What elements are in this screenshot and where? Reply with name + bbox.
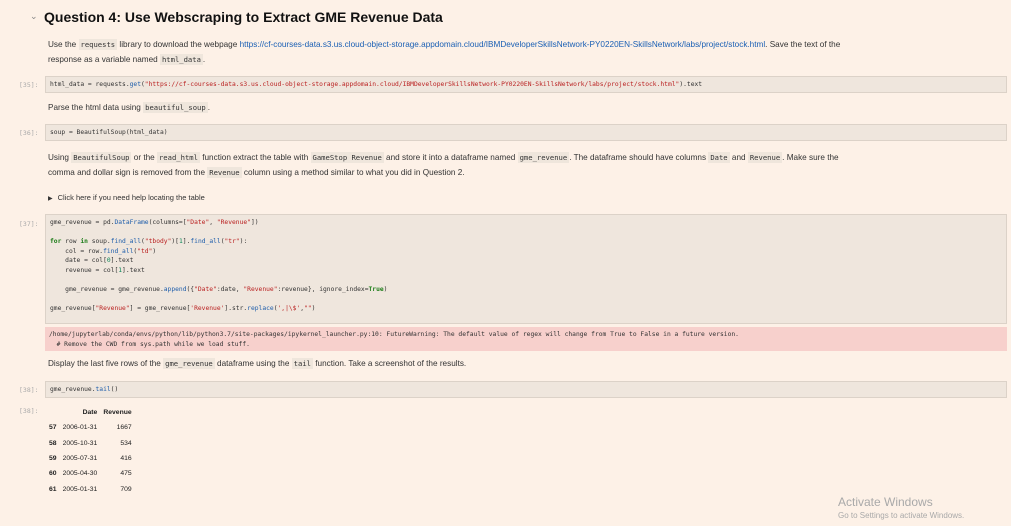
- table-row: 58 2005-10-31 534: [46, 435, 135, 450]
- warning-output: /home/jupyterlab/conda/envs/python/lib/p…: [45, 327, 1007, 351]
- code-cell-37[interactable]: gme_revenue = pd.DataFrame(columns=["Dat…: [45, 214, 1007, 324]
- cell-date: 2005-10-31: [62, 439, 98, 447]
- text: response as a variable named: [48, 55, 160, 64]
- cell-revenue: 709: [120, 485, 132, 493]
- column-header: [46, 404, 60, 420]
- text: library to download the webpage: [117, 40, 240, 49]
- dataframe-output: Date Revenue 57 2006-01-31 1667 58 2005-10-…: [46, 404, 135, 497]
- code-cell-36[interactable]: soup = BeautifulSoup(html_data): [45, 124, 1007, 141]
- activate-windows-title: Activate Windows: [838, 495, 933, 509]
- warning-line: /home/jupyterlab/conda/envs/python/lib/p…: [49, 331, 739, 338]
- row-index: 61: [49, 485, 57, 493]
- table-header-row: Date Revenue: [46, 404, 135, 420]
- tail-markdown: Display the last five rows of the gme_re…: [48, 358, 467, 369]
- cell-prompt: [38]:: [19, 386, 39, 394]
- help-details-toggle[interactable]: ▶ Click here if you need help locating th…: [48, 190, 205, 207]
- table-row: 60 2005-04-30 475: [46, 466, 135, 481]
- table-row: 61 2005-01-31 709: [46, 482, 135, 497]
- column-header: Date: [82, 408, 98, 416]
- row-index: 60: [49, 470, 57, 478]
- extract-table-markdown: Using BeautifulSoup or the read_html fun…: [48, 152, 839, 178]
- collapse-chevron-icon[interactable]: ⌄: [30, 12, 44, 22]
- warning-line: # Remove the CWD from sys.path while we …: [49, 340, 250, 348]
- expand-triangle-icon[interactable]: ▶: [48, 196, 53, 202]
- parse-markdown: Parse the html data using beautiful_soup…: [48, 100, 210, 115]
- cell-date: 2005-07-31: [62, 454, 98, 462]
- code-cell-38[interactable]: gme_revenue.tail(): [45, 381, 1007, 398]
- text: Use the: [48, 40, 79, 49]
- table-row: 57 2006-01-31 1667: [46, 420, 135, 435]
- text: .: [202, 55, 206, 64]
- cell-revenue: 416: [120, 454, 132, 462]
- row-index: 57: [49, 424, 57, 432]
- text: . Save the text of the: [765, 40, 841, 49]
- row-index: 58: [49, 439, 57, 447]
- instructions-markdown: Use the requests library to download the…: [48, 37, 988, 67]
- code-cell-35[interactable]: html_data = requests.get("https://cf-cou…: [45, 76, 1007, 93]
- inline-code: html_data: [159, 54, 203, 65]
- stock-page-link[interactable]: https://cf-courses-data.s3.us.cloud-obje…: [240, 40, 766, 49]
- heading-title: Question 4: Use Webscraping to Extract G…: [44, 9, 443, 25]
- cell-prompt: [35]:: [19, 81, 39, 89]
- cell-revenue: 475: [120, 470, 132, 478]
- details-summary[interactable]: Click here if you need help locating the…: [58, 193, 205, 202]
- cell-revenue: 1667: [116, 424, 132, 432]
- cell-date: 2006-01-31: [62, 424, 98, 432]
- output-prompt: [38]:: [19, 407, 39, 415]
- table-row: 59 2005-07-31 416: [46, 451, 135, 466]
- row-index: 59: [49, 454, 57, 462]
- text: Parse the html data using: [48, 103, 144, 112]
- activate-windows-subtitle: Go to Settings to activate Windows.: [838, 511, 965, 520]
- inline-code: requests: [78, 39, 118, 50]
- cell-revenue: 534: [120, 439, 132, 447]
- text: .: [207, 103, 210, 112]
- section-heading: ⌄ Question 4: Use Webscraping to Extract…: [30, 8, 443, 26]
- cell-prompt: [37]:: [19, 220, 39, 228]
- cell-date: 2005-01-31: [62, 485, 98, 493]
- cell-date: 2005-04-30: [62, 470, 98, 478]
- cell-prompt: [36]:: [19, 129, 39, 137]
- inline-code: beautiful_soup: [143, 102, 208, 113]
- column-header: Revenue: [103, 408, 132, 416]
